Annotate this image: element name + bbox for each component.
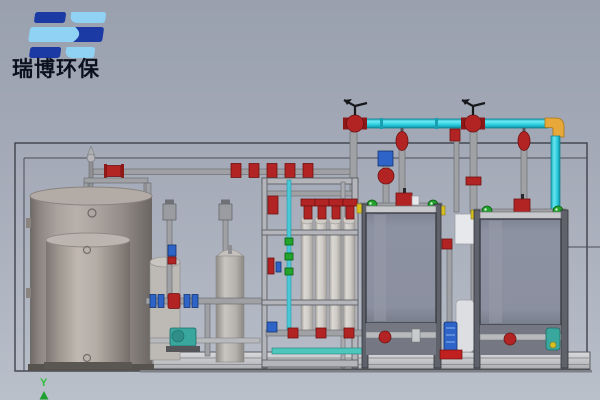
top-valve: [514, 199, 530, 213]
small-valve: [168, 245, 176, 256]
cad-render-canvas: Y 瑞博环保: [0, 0, 600, 400]
ball-valve: [461, 99, 485, 132]
membrane-tank-2: [471, 194, 568, 368]
bridge-pipe: [84, 178, 148, 183]
air-release-valve: [518, 128, 530, 151]
inter-tank-equipment: [440, 214, 476, 359]
floor-shadow: [140, 370, 592, 373]
butterfly-valve: [378, 168, 394, 184]
small-valve: [450, 129, 460, 141]
under-tank-piping: [480, 325, 561, 355]
teal-drain-pipe: [272, 348, 364, 354]
butterfly-valve: [504, 333, 516, 345]
green-fitting: [285, 253, 293, 260]
y-axis-arrow-icon: [40, 391, 49, 400]
green-fitting: [285, 238, 293, 245]
company-logo: 瑞博环保: [12, 12, 106, 81]
storage-tank-assembly: [26, 146, 154, 371]
sensor-box: [267, 322, 277, 332]
equipment-3d-view: Y 瑞博环保: [0, 0, 600, 400]
tee-valve: [466, 177, 481, 185]
cyan-header-pipe: [350, 119, 548, 128]
air-release-valve: [396, 128, 408, 151]
riser-pipe: [454, 140, 459, 212]
under-tank-piping: [366, 323, 436, 355]
rack-side-valve: [268, 196, 278, 214]
dosing-pump-teal: [166, 328, 200, 352]
flowmeter-blue-box: [378, 151, 393, 166]
ball-valve: [343, 99, 367, 132]
top-valve: [396, 193, 412, 207]
storage-tank-small: [44, 233, 132, 369]
yellow-elbow: [545, 118, 564, 137]
butterfly-valve: [379, 331, 391, 343]
y-axis-indicator: Y: [40, 377, 49, 400]
tube-top-valves: [301, 199, 357, 219]
riser-pipe: [470, 132, 477, 212]
small-vessel: [456, 300, 474, 352]
y-axis-label: Y: [40, 377, 48, 389]
pump-teal: [546, 328, 560, 350]
feed-pipe-manifold: [93, 164, 355, 179]
diaphragm-valve: [168, 294, 180, 309]
membrane-tank-1: [357, 188, 445, 368]
ruibo-wave-logo-icon: [26, 12, 106, 58]
logo-text: 瑞博环保: [12, 57, 100, 81]
membrane-rack: [262, 178, 366, 368]
small-valve: [442, 239, 452, 249]
pump-filter-skid: [146, 200, 264, 363]
green-fitting: [285, 268, 293, 275]
